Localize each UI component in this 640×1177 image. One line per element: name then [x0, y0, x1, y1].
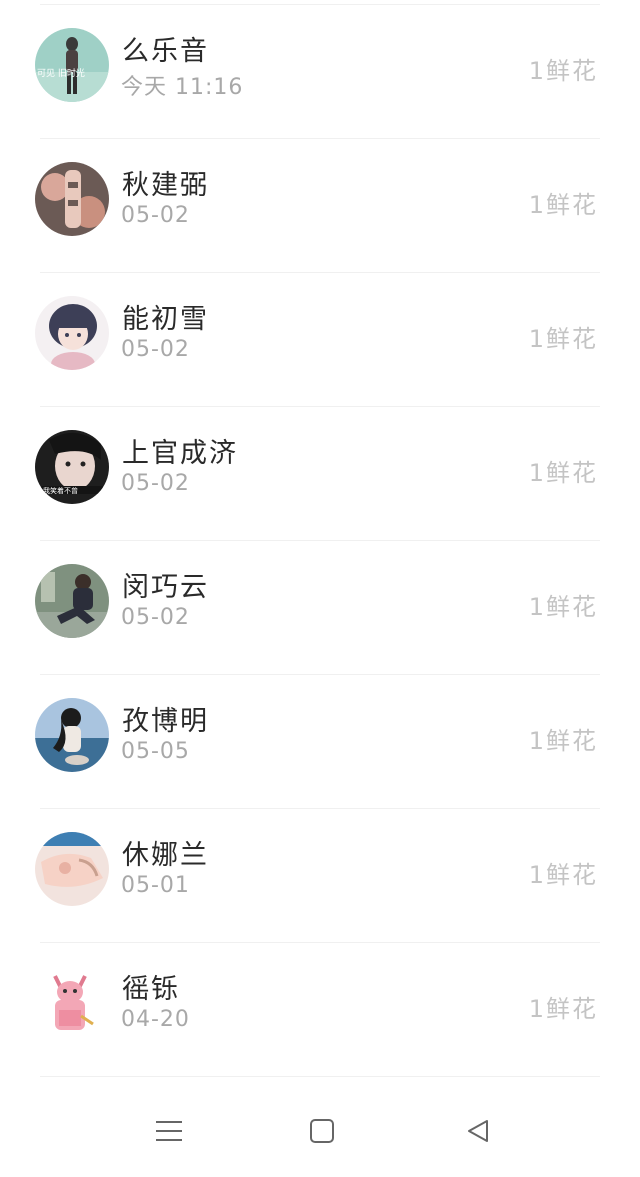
- gift-date: 05-02: [121, 471, 190, 496]
- gift-count: 1鲜花: [528, 593, 598, 621]
- gift-date: 今天 11:16: [121, 75, 244, 100]
- avatar[interactable]: [35, 162, 109, 236]
- list-item[interactable]: 徭铄 04-20 1鲜花: [0, 943, 640, 1077]
- back-triangle-icon[interactable]: [456, 1109, 500, 1153]
- gift-count: 1鲜花: [528, 191, 598, 219]
- avatar[interactable]: [35, 832, 109, 906]
- gift-count: 1鲜花: [528, 727, 598, 755]
- gift-count: 1鲜花: [528, 995, 598, 1023]
- gift-date: 05-01: [121, 873, 190, 898]
- sender-name: 么乐音: [122, 36, 209, 67]
- list-item[interactable]: 休娜兰 05-01 1鲜花: [0, 809, 640, 943]
- sender-name: 上官成济: [122, 438, 238, 469]
- list-item[interactable]: 孜博明 05-05 1鲜花: [0, 675, 640, 809]
- gift-date: 04-20: [121, 1007, 190, 1032]
- menu-icon[interactable]: [147, 1109, 191, 1153]
- avatar[interactable]: 我笑着不曾: [35, 430, 109, 504]
- sender-name: 休娜兰: [122, 840, 209, 871]
- list-item[interactable]: 闵巧云 05-02 1鲜花: [0, 541, 640, 675]
- list-item[interactable]: 秋建弼 05-02 1鲜花: [0, 139, 640, 273]
- avatar[interactable]: [35, 564, 109, 638]
- sender-name: 闵巧云: [122, 572, 209, 603]
- sender-name: 徭铄: [122, 974, 180, 1005]
- sender-name: 能初雪: [122, 304, 209, 335]
- gift-date: 05-02: [121, 203, 190, 228]
- svg-text:可见 旧时光: 可见 旧时光: [37, 67, 85, 79]
- avatar[interactable]: 可见 旧时光: [35, 28, 109, 102]
- flower-gift-list: 可见 旧时光 么乐音 今天 11:16 1鲜花 秋建弼 05-02 1鲜花 能初…: [0, 0, 640, 1077]
- list-item[interactable]: 我笑着不曾 上官成济 05-02 1鲜花: [0, 407, 640, 541]
- gift-count: 1鲜花: [528, 325, 598, 353]
- gift-date: 05-02: [121, 337, 190, 362]
- sender-name: 孜博明: [122, 706, 209, 737]
- sender-name: 秋建弼: [122, 170, 209, 201]
- svg-text:我笑着不曾: 我笑着不曾: [43, 486, 78, 495]
- gift-count: 1鲜花: [528, 57, 598, 85]
- avatar[interactable]: [35, 966, 109, 1040]
- gift-date: 05-05: [121, 739, 190, 764]
- system-navigation-bar: [0, 1087, 640, 1177]
- gift-count: 1鲜花: [528, 459, 598, 487]
- avatar[interactable]: [35, 698, 109, 772]
- home-square-icon[interactable]: [300, 1109, 344, 1153]
- list-item[interactable]: 可见 旧时光 么乐音 今天 11:16 1鲜花: [0, 5, 640, 139]
- avatar[interactable]: [35, 296, 109, 370]
- list-item[interactable]: 能初雪 05-02 1鲜花: [0, 273, 640, 407]
- gift-count: 1鲜花: [528, 861, 598, 889]
- gift-date: 05-02: [121, 605, 190, 630]
